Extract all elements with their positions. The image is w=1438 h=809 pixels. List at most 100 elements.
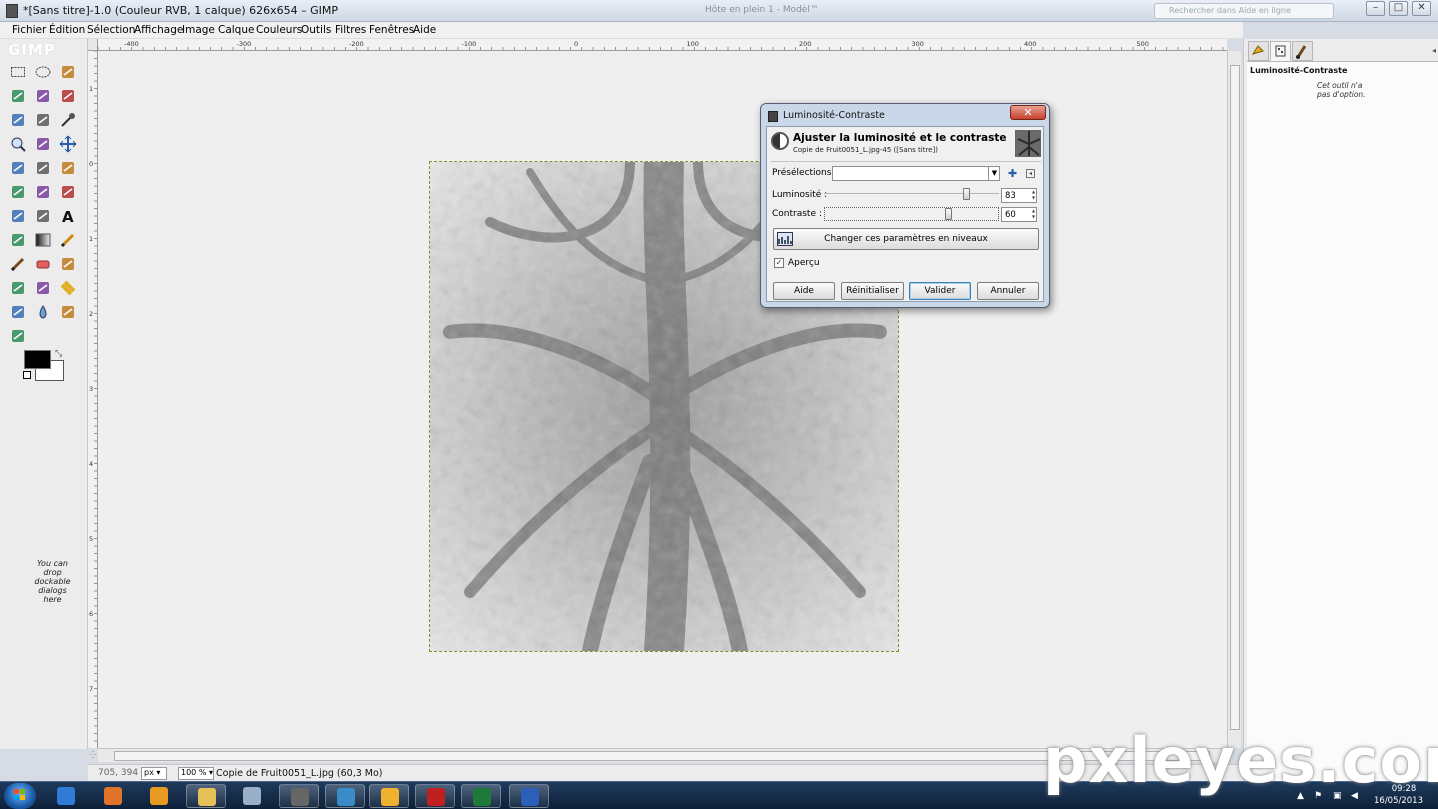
zoom-select[interactable]: 100 % ▾ [178, 767, 214, 780]
airbrush-icon[interactable] [59, 255, 77, 273]
rect-select-icon[interactable] [9, 63, 27, 81]
preview-checkbox[interactable]: ✓ [774, 258, 784, 268]
taskbar-app-outlook[interactable] [369, 784, 409, 808]
menu-selection[interactable]: Sélection [87, 24, 135, 36]
menu-filtres[interactable]: Filtres [335, 24, 366, 36]
spin-arrows-icon[interactable]: ▲ ▼ [1032, 189, 1037, 202]
swap-colors-icon[interactable]: ⤡ [55, 349, 62, 359]
window-title-secondary: Hôte en plein 1 - Modèl™ [705, 5, 819, 15]
image-canvas[interactable] [98, 51, 1227, 748]
foreground-color-swatch[interactable] [24, 350, 51, 369]
contrast-spinbox[interactable]: 60 ▲ ▼ [1001, 207, 1037, 222]
pencil-icon[interactable] [59, 231, 77, 249]
taskbar-app-internet-explorer[interactable] [46, 784, 86, 808]
crop-icon[interactable] [34, 159, 52, 177]
menu-fenetres[interactable]: Fenêtres [369, 24, 414, 36]
taskbar-app-firefox[interactable] [93, 784, 133, 808]
rotate-icon[interactable] [59, 159, 77, 177]
ellipse-select-icon[interactable] [34, 63, 52, 81]
taskbar-app-explorer[interactable] [186, 784, 226, 808]
tab-brushes[interactable] [1292, 41, 1313, 61]
move-icon[interactable] [59, 135, 77, 153]
zoom-icon[interactable] [9, 135, 27, 153]
taskbar-app-gimp[interactable] [279, 784, 319, 808]
contrast-slider-thumb[interactable] [945, 208, 952, 220]
cancel-button[interactable]: Annuler [977, 282, 1039, 300]
menu-aide[interactable]: Aide [413, 24, 436, 36]
vertical-scrollbar[interactable] [1227, 51, 1241, 748]
blur-icon[interactable] [34, 303, 52, 321]
dialog-close-button[interactable]: ✕ [1010, 105, 1046, 120]
fuzzy-select-icon[interactable] [9, 87, 27, 105]
vertical-ruler[interactable]: 1012345678 [88, 51, 98, 748]
reset-button[interactable]: Réinitialiser [841, 282, 904, 300]
taskbar-app-network[interactable] [325, 784, 365, 808]
paths-icon[interactable] [34, 111, 52, 129]
close-button[interactable]: ✕ [1412, 1, 1431, 16]
foreground-select-icon[interactable] [9, 111, 27, 129]
clock-date[interactable]: 16/05/2013 [1374, 796, 1423, 806]
taskbar-app-media-player[interactable] [139, 784, 179, 808]
menu-calque[interactable]: Calque [218, 24, 254, 36]
align-icon[interactable] [9, 159, 27, 177]
spin-arrows-icon[interactable]: ▲ ▼ [1032, 208, 1037, 221]
ok-button[interactable]: Valider [909, 282, 971, 300]
minimize-button[interactable]: – [1366, 1, 1385, 16]
shear-icon[interactable] [34, 183, 52, 201]
help-search-input[interactable]: Rechercher dans Aide en ligne [1154, 3, 1334, 19]
eraser-icon[interactable] [34, 255, 52, 273]
taskbar-app-excel[interactable] [461, 784, 501, 808]
horizontal-ruler[interactable]: -400-300-200-100010020030040050060070080… [98, 39, 1227, 51]
edit-as-levels-button[interactable]: Changer ces paramètres en niveaux [773, 228, 1039, 250]
dock-menu-icon[interactable]: ◂ [1432, 46, 1436, 55]
contrast-slider[interactable] [824, 207, 999, 221]
scissors-icon[interactable] [59, 87, 77, 105]
maximize-button[interactable]: □ [1389, 1, 1408, 16]
preset-menu-icon[interactable]: ◂ [1026, 169, 1035, 178]
perspective-icon[interactable] [59, 183, 77, 201]
dodge-burn-icon[interactable] [9, 327, 27, 345]
taskbar-app-word[interactable] [509, 784, 549, 808]
by-color-select-icon[interactable] [34, 87, 52, 105]
chevron-down-icon[interactable]: ▼ [988, 167, 1000, 180]
menu-image[interactable]: Image [182, 24, 215, 36]
brightness-slider-thumb[interactable] [963, 188, 970, 200]
tab-tool-options[interactable] [1248, 41, 1269, 61]
paintbrush-icon[interactable] [9, 255, 27, 273]
taskbar-app-calculator[interactable] [232, 784, 272, 808]
presets-combo[interactable]: ▼ [832, 166, 1000, 181]
unit-select[interactable]: px ▾ [141, 767, 167, 780]
menu-outils[interactable]: Outils [301, 24, 331, 36]
ruler-label: 500 [1137, 40, 1149, 48]
navigate-icon[interactable]: ⁛ [88, 748, 98, 762]
reset-colors-icon[interactable] [23, 371, 31, 379]
flip-icon[interactable] [9, 207, 27, 225]
preview-label[interactable]: Aperçu [788, 258, 820, 268]
ink-icon[interactable] [9, 279, 27, 297]
start-button[interactable] [4, 783, 36, 809]
heal-icon[interactable] [59, 279, 77, 297]
taskbar-app-swf[interactable] [415, 784, 455, 808]
add-preset-icon[interactable]: ✚ [1008, 167, 1017, 180]
scale-icon[interactable] [9, 183, 27, 201]
menu-fichier[interactable]: Fichier [12, 24, 46, 36]
blend-icon[interactable] [34, 231, 52, 249]
brightness-slider[interactable] [824, 188, 999, 204]
color-picker-icon[interactable] [59, 111, 77, 129]
cage-icon[interactable] [34, 207, 52, 225]
clone-icon[interactable] [34, 279, 52, 297]
measure-icon[interactable] [34, 135, 52, 153]
vertical-scroll-thumb[interactable] [1230, 65, 1240, 730]
text-icon[interactable]: A [59, 207, 77, 226]
menu-affichage[interactable]: Affichage [134, 24, 183, 36]
smudge-icon[interactable] [59, 303, 77, 321]
brushes-icon [1296, 45, 1307, 59]
tab-device-status[interactable] [1270, 41, 1291, 61]
brightness-spinbox[interactable]: 83 ▲ ▼ [1001, 188, 1037, 203]
menu-edition[interactable]: Édition [49, 24, 85, 36]
perspective-clone-icon[interactable] [9, 303, 27, 321]
menu-couleurs[interactable]: Couleurs [256, 24, 302, 36]
bucket-fill-icon[interactable] [9, 231, 27, 249]
free-select-icon[interactable] [59, 63, 77, 81]
help-button[interactable]: Aide [773, 282, 835, 300]
